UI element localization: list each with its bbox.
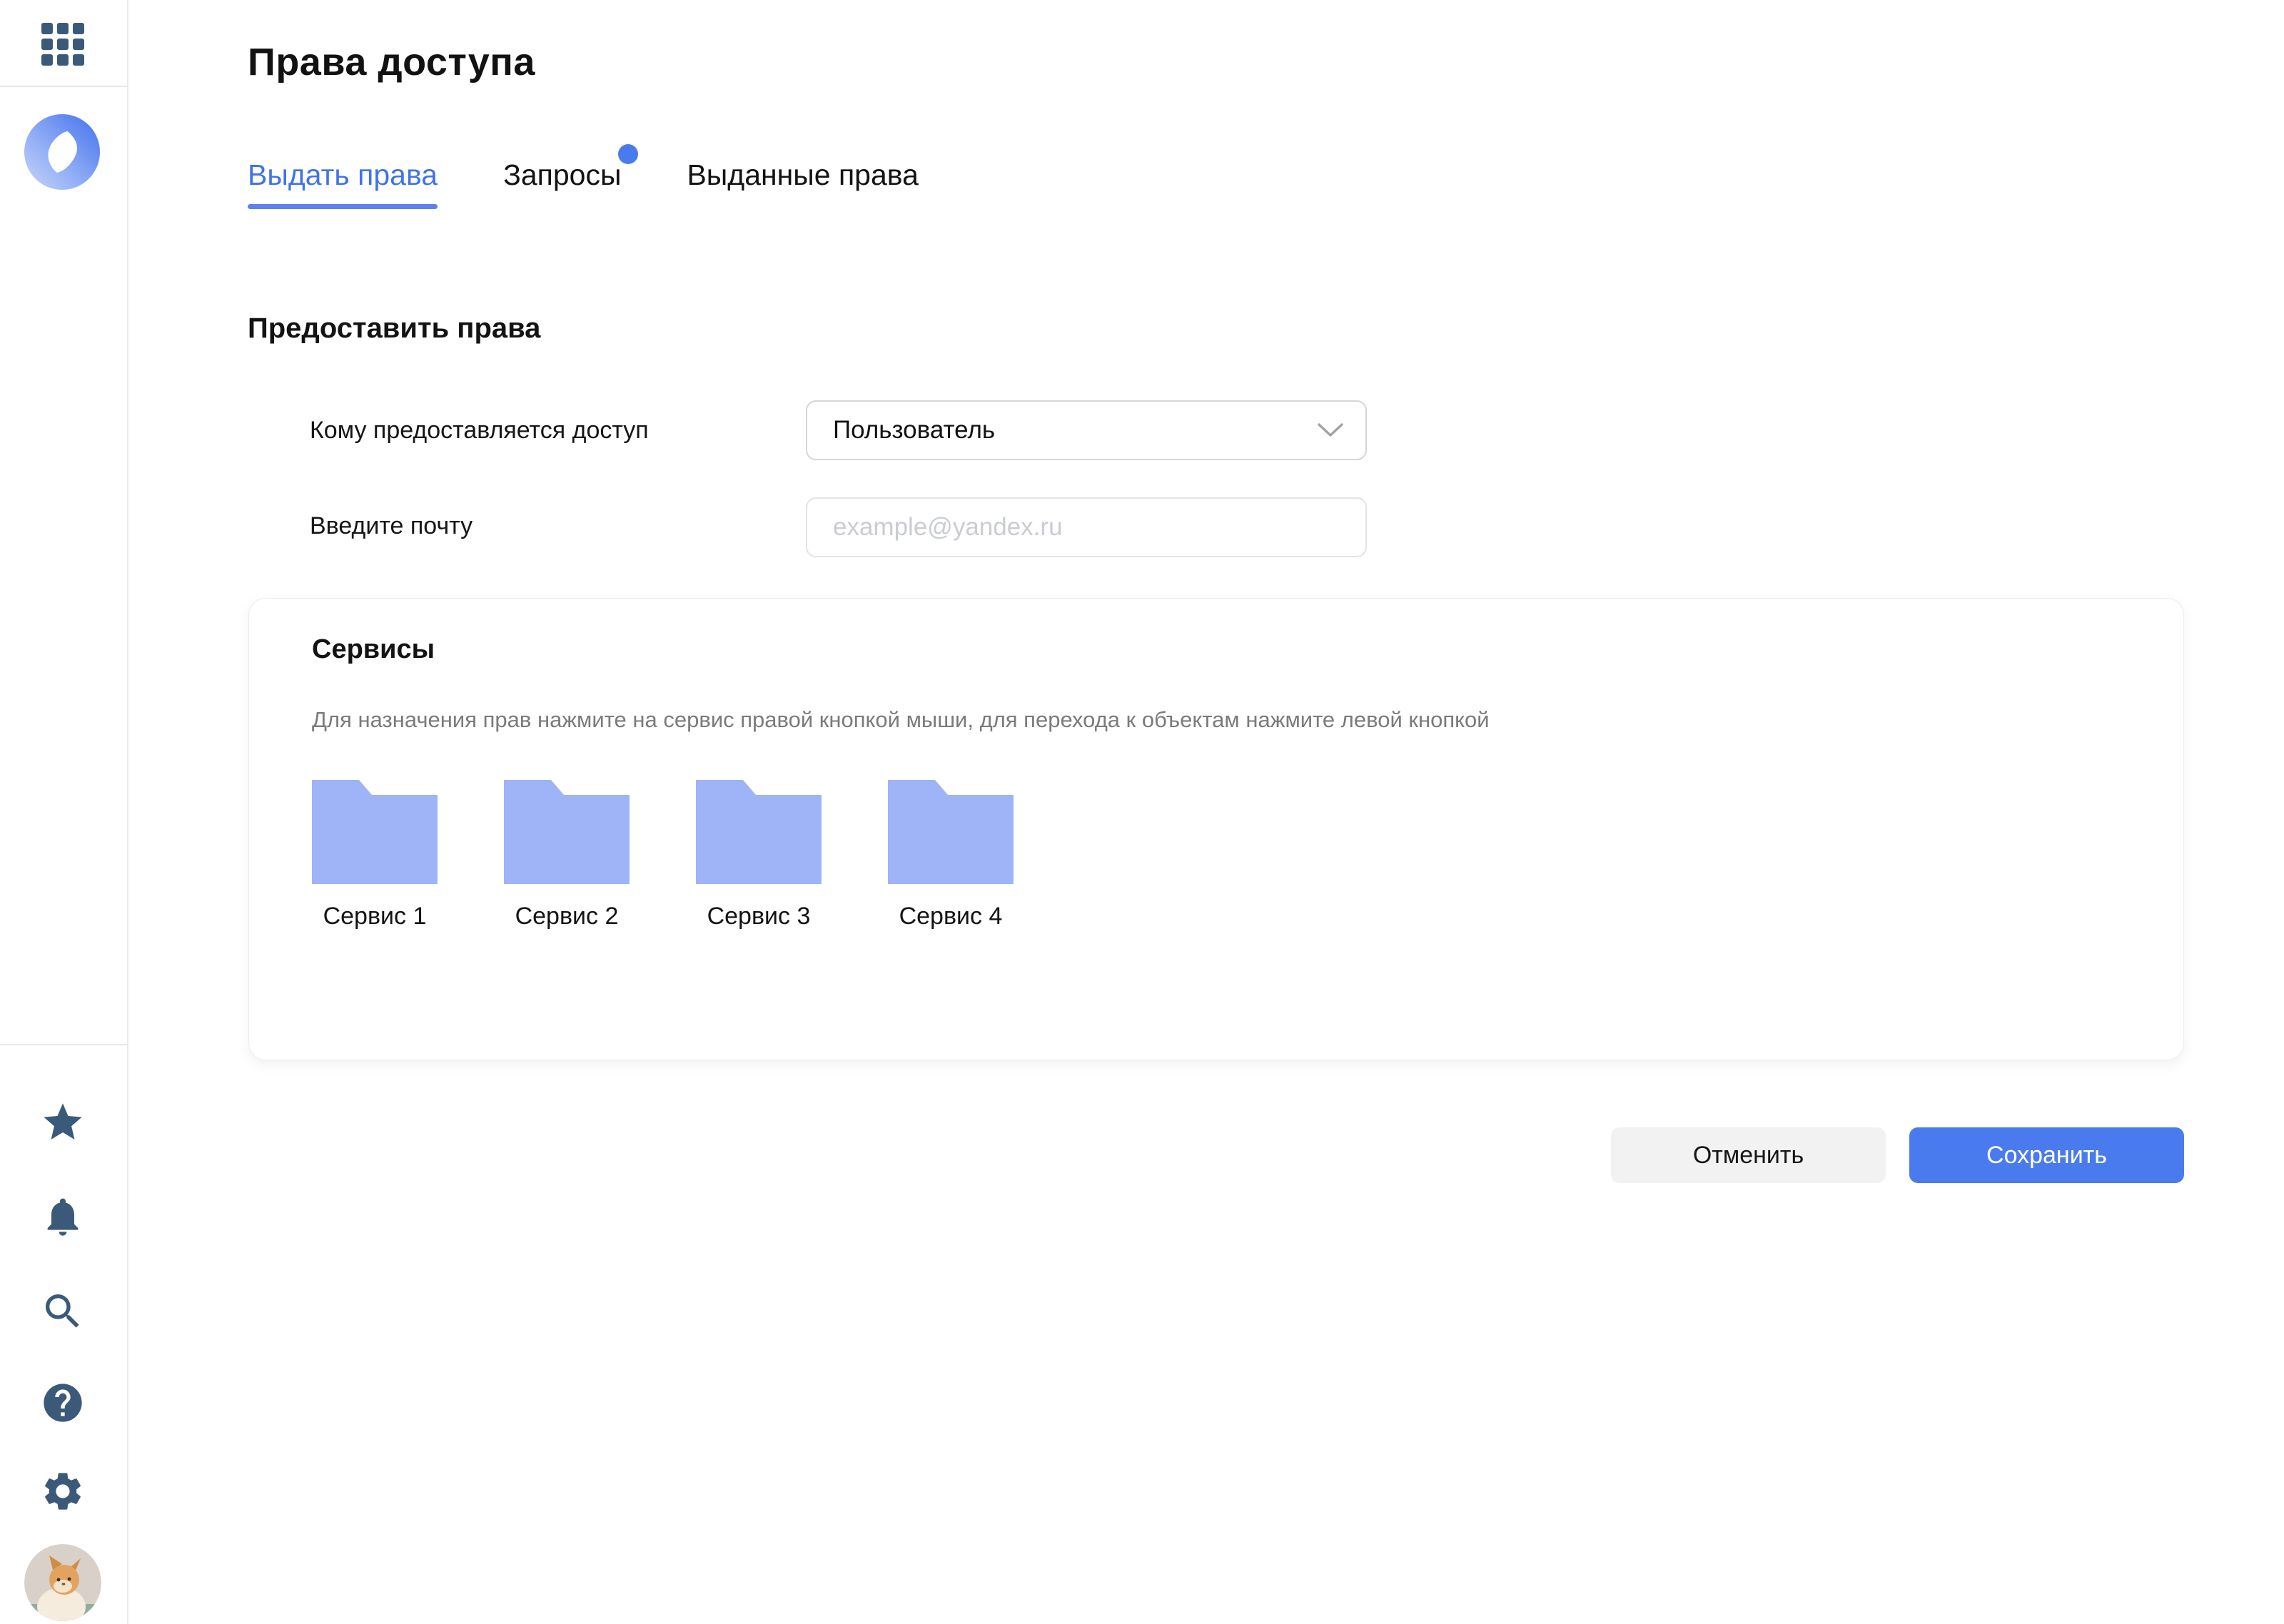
service-folder-label: Сервис 4 [888, 903, 1014, 930]
notifications-button[interactable] [40, 1194, 86, 1239]
search-button[interactable] [40, 1289, 86, 1334]
access-rights-page: Права доступа Выдать права Запросы Выдан… [0, 0, 2284, 1624]
app-logo-icon [24, 114, 100, 190]
services-hint: Для назначения прав нажмите на сервис пр… [312, 707, 1490, 733]
folder-icon [312, 780, 438, 884]
page-title: Права доступа [248, 40, 535, 84]
service-folder-4[interactable]: Сервис 4 [888, 780, 1014, 930]
access-type-select[interactable]: Пользователь [806, 400, 1367, 460]
notifications-bell-icon [40, 1194, 86, 1239]
services-title: Сервисы [312, 634, 435, 665]
save-button[interactable]: Сохранить [1909, 1127, 2184, 1183]
sidebar [0, 0, 128, 1624]
tab-label: Запросы [503, 158, 621, 191]
service-folder-label: Сервис 3 [696, 903, 822, 930]
folder-icon [696, 780, 822, 884]
email-label: Введите почту [310, 511, 473, 541]
services-card: Сервисы Для назначения прав нажмите на с… [248, 598, 2184, 1060]
app-logo[interactable] [24, 114, 100, 190]
tab-requests[interactable]: Запросы [503, 158, 621, 209]
settings-gear-icon [40, 1468, 86, 1514]
services-list: Сервис 1 Сервис 2 Сервис 3 [312, 780, 1014, 930]
service-folder-3[interactable]: Сервис 3 [696, 780, 822, 930]
folder-icon [504, 780, 630, 884]
tab-label: Выдать права [248, 158, 438, 191]
service-folder-label: Сервис 2 [504, 903, 630, 930]
user-avatar-image [24, 1544, 101, 1621]
favorites-button[interactable] [40, 1100, 86, 1145]
apps-grid-button[interactable] [41, 23, 84, 66]
access-type-value: Пользователь [833, 416, 995, 445]
tab-bar: Выдать права Запросы Выданные права [248, 158, 919, 209]
service-folder-2[interactable]: Сервис 2 [504, 780, 630, 930]
favorites-star-icon [40, 1100, 86, 1145]
notification-dot-badge [618, 144, 638, 164]
service-folder-label: Сервис 1 [312, 903, 438, 930]
sidebar-divider-top [0, 86, 127, 87]
settings-button[interactable] [40, 1468, 86, 1514]
main-content: Права доступа Выдать права Запросы Выдан… [127, 0, 2284, 1624]
user-avatar[interactable] [24, 1544, 101, 1621]
access-type-label: Кому предоставляется доступ [310, 415, 649, 445]
grant-section-title: Предоставить права [248, 313, 540, 345]
sidebar-divider-bottom [0, 1044, 127, 1045]
tab-grant-rights[interactable]: Выдать права [248, 158, 438, 209]
search-icon [40, 1289, 86, 1334]
chevron-down-icon [1317, 422, 1344, 438]
email-field[interactable] [806, 497, 1367, 557]
help-icon [40, 1380, 86, 1426]
tab-label: Выданные права [687, 158, 918, 191]
service-folder-1[interactable]: Сервис 1 [312, 780, 438, 930]
tab-issued-rights[interactable]: Выданные права [687, 158, 918, 209]
cancel-button[interactable]: Отменить [1611, 1127, 1886, 1183]
apps-grid-icon [41, 23, 84, 66]
folder-icon [888, 780, 1014, 884]
help-button[interactable] [40, 1380, 86, 1426]
